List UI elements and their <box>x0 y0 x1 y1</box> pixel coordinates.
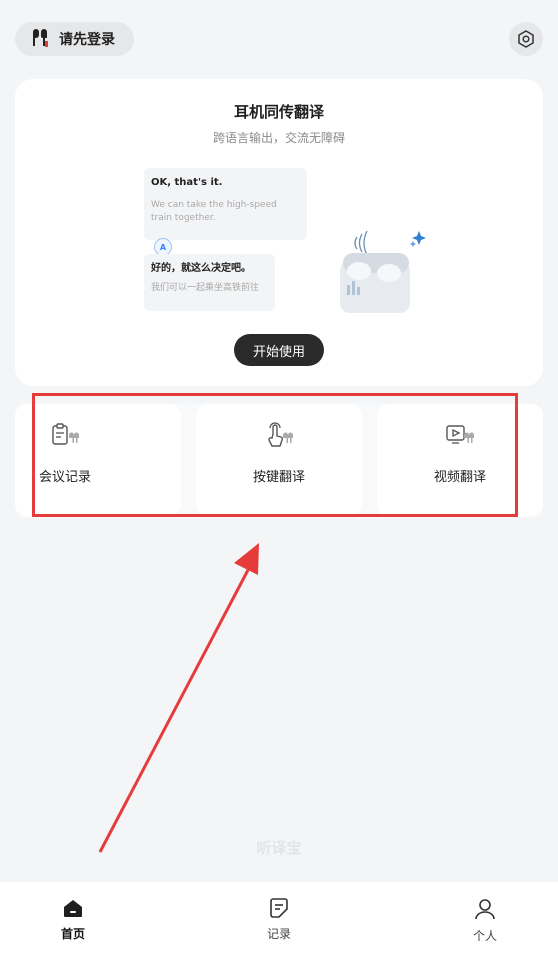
earbuds-icon <box>33 29 48 47</box>
feature-tap-translate[interactable]: 按键翻译 <box>196 404 362 516</box>
tab-home[interactable]: 首页 <box>33 898 113 942</box>
home-icon <box>64 900 82 917</box>
feature-label: 视频翻译 <box>433 470 486 485</box>
start-button[interactable]: 开始使用 <box>234 334 324 366</box>
hero-title: 耳机同传翻译 <box>233 103 324 121</box>
english-bubble-text: OK, that's it. <box>151 177 223 188</box>
feature-row: 会议记录 按键翻译 视频翻译 <box>15 403 543 518</box>
hero-subtitle: 跨语言输出，交流无障碍 <box>212 131 345 145</box>
profile-icon <box>475 899 495 920</box>
feature-video-translate[interactable]: 视频翻译 <box>377 404 543 516</box>
login-label: 请先登录 <box>59 32 115 48</box>
tab-profile-label: 个人 <box>472 929 497 943</box>
hero-card: 耳机同传翻译 跨语言输出，交流无障碍 OK, that's it. We can… <box>15 79 543 386</box>
feature-meeting-record[interactable]: 会议记录 <box>15 404 181 516</box>
chinese-bubble-text: 好的，就这么决定吧。 <box>151 263 251 274</box>
english-bubble-translation: We can take the high-speed train togethe… <box>151 200 277 223</box>
english-bubble: OK, that's it. We can take the high-spee… <box>144 168 307 240</box>
meeting-record-icon <box>0 422 148 454</box>
app-watermark: 听译宝 <box>256 839 302 857</box>
video-translate-icon <box>377 422 543 454</box>
settings-icon <box>518 30 534 48</box>
feature-label: 会议记录 <box>38 470 91 485</box>
bottom-tab-bar: 首页 记录 个人 <box>0 882 558 969</box>
tab-records-label: 记录 <box>266 927 291 941</box>
chinese-bubble-translation: 我们可以一起乘坐高铁前往 <box>151 283 260 293</box>
earbuds-case-illustration <box>340 230 426 313</box>
records-icon <box>270 898 288 918</box>
tab-records[interactable]: 记录 <box>239 898 319 942</box>
tab-home-label: 首页 <box>60 927 85 941</box>
chinese-bubble: 好的，就这么决定吧。 我们可以一起乘坐高铁前往 <box>144 254 275 311</box>
feature-label: 按键翻译 <box>252 470 305 485</box>
login-button[interactable]: 请先登录 <box>15 22 134 56</box>
top-bar: 请先登录 <box>0 0 558 78</box>
settings-button[interactable] <box>509 22 543 56</box>
tab-profile[interactable]: 个人 <box>445 898 525 944</box>
tap-translate-icon <box>196 422 362 454</box>
